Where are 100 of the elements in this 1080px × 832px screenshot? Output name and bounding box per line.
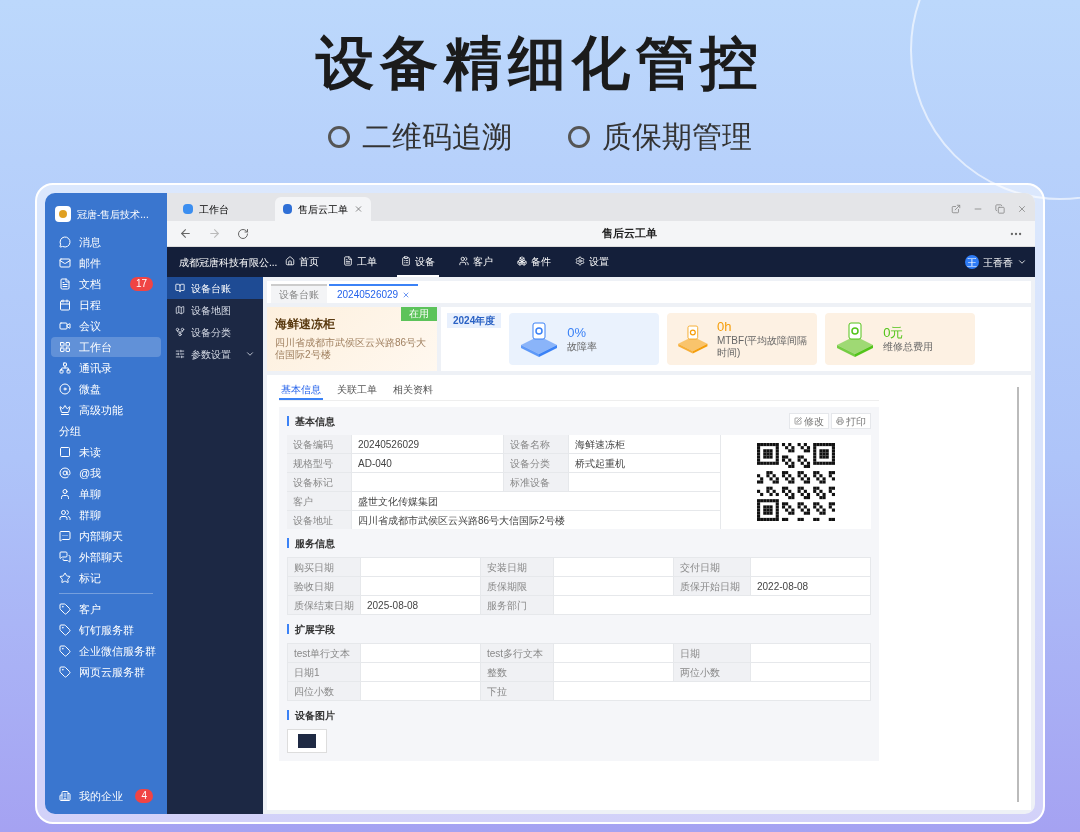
sidebar-item[interactable]: 钉钉服务群	[51, 620, 161, 640]
field-label: test单行文本	[288, 644, 360, 662]
stat-label: 维修总费用	[883, 341, 934, 353]
field-label: 下拉	[481, 682, 553, 700]
sidebar-item[interactable]: 网页云服务群	[51, 662, 161, 682]
sidebar-item[interactable]: 我的企业 4	[51, 786, 161, 806]
menu-item[interactable]: 参数设置	[167, 343, 263, 365]
headline: 设备精细化管控	[316, 34, 764, 92]
table-cell: 2022-08-08	[751, 577, 870, 595]
sidebar-item[interactable]: 通讯录	[51, 358, 161, 378]
restore-icon[interactable]	[995, 204, 1005, 214]
sidebar-item[interactable]: 日程	[51, 295, 161, 315]
count-badge: 17	[129, 277, 153, 291]
sidebar-item[interactable]: 企业微信服务群	[51, 641, 161, 661]
popout-icon[interactable]	[951, 204, 961, 214]
user-name[interactable]: 王香香	[983, 254, 1013, 270]
sidebar-item[interactable]: 客户	[51, 599, 161, 619]
nav-tab[interactable]: 设备	[397, 247, 439, 277]
sidebar-item[interactable]: 会议	[51, 316, 161, 336]
page-title: 售后云工单	[601, 226, 657, 242]
sidebar-item[interactable]: 邮件	[51, 253, 161, 273]
field-label: 客户	[287, 492, 351, 510]
field-label: 四位小数	[288, 682, 360, 700]
menu-item[interactable]: 设备分类	[167, 321, 263, 343]
table-cell: 2025-08-08	[361, 596, 480, 614]
field-label: 购买日期	[288, 558, 360, 576]
company-name: 成都冠唐科技有限公...	[179, 255, 278, 270]
sidebar-item[interactable]: 文档 17	[51, 274, 161, 294]
table-cell: 20240526029	[352, 435, 503, 453]
back-icon[interactable]	[179, 227, 192, 240]
browser-tab[interactable]: 售后云工单	[275, 197, 371, 221]
nav-tab[interactable]: 客户	[455, 247, 497, 277]
sidebar-item-icon	[59, 624, 71, 636]
field-label: 日期1	[288, 663, 360, 681]
sidebar-item-icon	[59, 299, 71, 311]
sidebar-item[interactable]: 消息	[51, 232, 161, 252]
field-label: 安装日期	[481, 558, 553, 576]
sidebar-item-icon	[59, 236, 71, 248]
forward-icon[interactable]	[208, 227, 221, 240]
field-label: 质保结束日期	[288, 596, 360, 614]
status-badge: 在用	[401, 307, 437, 321]
field-label: 质保期限	[481, 577, 553, 595]
device-name: 海鲜速冻柜	[275, 316, 336, 333]
nav-icon	[459, 256, 469, 266]
detail-tab[interactable]: 关联工单	[335, 380, 379, 400]
nav-tab[interactable]: 首页	[281, 247, 323, 277]
field-label: 设备分类	[504, 454, 568, 472]
detail-tab[interactable]: 基本信息	[279, 380, 323, 400]
sidebar-item[interactable]: 标记	[51, 568, 161, 588]
sidebar-item[interactable]: 未读	[51, 442, 161, 462]
user-avatar[interactable]: 王	[965, 255, 979, 269]
menu-icon	[175, 327, 185, 337]
stat-value: 0h	[716, 319, 733, 335]
field-label: 交付日期	[674, 558, 750, 576]
reload-icon[interactable]	[237, 227, 249, 240]
field-label: 验收日期	[288, 577, 360, 595]
sidebar-item[interactable]: 内部聊天	[51, 526, 161, 546]
menu-icon	[175, 305, 185, 315]
device-address: 四川省成都市武侯区云兴路86号大信国际2号楼	[275, 337, 428, 361]
sidebar-item[interactable]: 工作台	[51, 337, 161, 357]
field-label: test多行文本	[481, 644, 553, 662]
sidebar-item[interactable]: 群聊	[51, 505, 161, 525]
sidebar-item-icon	[59, 257, 71, 269]
sidebar-item-icon	[59, 551, 71, 563]
field-label: 整数	[481, 663, 553, 681]
table-cell: 海鲜速冻柜	[569, 435, 720, 453]
nav-icon	[343, 256, 353, 266]
nav-tab[interactable]: 设置	[571, 247, 613, 277]
field-label: 规格型号	[287, 454, 351, 472]
nav-tab[interactable]: 备件	[513, 247, 555, 277]
nav-icon	[575, 256, 585, 266]
sidebar-item[interactable]: 微盘	[51, 379, 161, 399]
stat-label: 故障率	[567, 341, 598, 353]
close-icon[interactable]	[1017, 204, 1027, 214]
close-icon[interactable]	[402, 290, 411, 299]
detail-tab[interactable]: 相关资料	[391, 380, 435, 400]
menu-item[interactable]: 设备地图	[167, 299, 263, 321]
field-label: 设备地址	[287, 511, 351, 529]
menu-item[interactable]: 设备台账	[167, 277, 263, 299]
action-button[interactable]: 打印	[831, 413, 871, 429]
nav-tab[interactable]: 工单	[339, 247, 381, 277]
section-marker	[287, 624, 289, 634]
browser-tab[interactable]: 工作台	[175, 197, 271, 221]
close-icon[interactable]	[354, 204, 363, 214]
sidebar-item-icon	[59, 404, 71, 416]
sidebar-item[interactable]: 单聊	[51, 484, 161, 504]
stat-value: 0元	[883, 325, 905, 341]
sidebar-item[interactable]: 外部聊天	[51, 547, 161, 567]
table-cell: AD-040	[352, 454, 503, 472]
sidebar-item-icon	[59, 603, 71, 615]
sidebar-item-icon	[59, 467, 71, 479]
field-label: 服务部门	[481, 596, 553, 614]
count-badge: 4	[135, 789, 153, 803]
section-title: 服务信息	[295, 536, 335, 551]
page-tab[interactable]: 设备台账	[271, 284, 327, 303]
sidebar-item[interactable]: 高级功能	[51, 400, 161, 420]
sidebar-item-icon	[59, 278, 71, 290]
sidebar-item[interactable]: @我	[51, 463, 161, 483]
action-button[interactable]: 修改	[789, 413, 829, 429]
sidebar-item-icon	[59, 509, 71, 521]
